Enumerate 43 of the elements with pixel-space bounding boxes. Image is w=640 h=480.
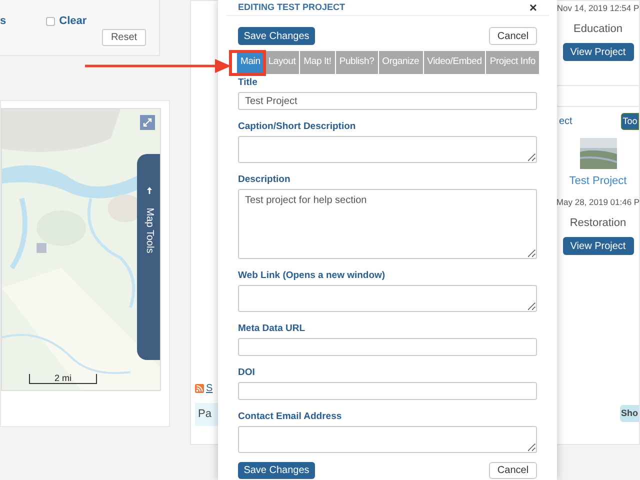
show-button[interactable]: Sho bbox=[620, 405, 639, 422]
text-field[interactable] bbox=[238, 338, 537, 356]
dialog-title: EDITING TEST PROJECT bbox=[238, 0, 346, 14]
expand-icon[interactable] bbox=[140, 115, 155, 130]
project-category: Restoration bbox=[570, 216, 626, 230]
text-field[interactable]: Test Project bbox=[238, 92, 537, 110]
project-date: May 28, 2019 01:46 P bbox=[556, 196, 640, 208]
text-area[interactable]: Test project for help section bbox=[238, 189, 537, 259]
field-label: Title bbox=[238, 77, 258, 89]
reset-button[interactable]: Reset bbox=[102, 29, 146, 46]
view-project-button[interactable]: View Project bbox=[562, 43, 634, 62]
map-tools-tab[interactable]: Map Tools bbox=[137, 154, 160, 360]
highlight-box bbox=[229, 50, 266, 76]
project-title-link[interactable]: ect bbox=[559, 114, 572, 130]
field-label: Caption/Short Description bbox=[238, 121, 356, 133]
clear-checkbox[interactable] bbox=[46, 16, 56, 26]
save-changes-button[interactable]: Save Changes bbox=[238, 462, 315, 479]
cancel-button[interactable]: Cancel bbox=[489, 462, 537, 479]
project-title-link[interactable]: Test Project bbox=[569, 173, 627, 190]
cancel-button[interactable]: Cancel bbox=[489, 27, 537, 45]
save-changes-button[interactable]: Save Changes bbox=[238, 27, 315, 45]
project-date: Nov 14, 2019 12:54 P bbox=[556, 2, 640, 15]
clear-label: Clear bbox=[59, 14, 87, 29]
rss-icon bbox=[195, 384, 204, 393]
text-area[interactable] bbox=[238, 136, 537, 163]
text-area[interactable] bbox=[238, 426, 537, 453]
text-field[interactable] bbox=[238, 382, 537, 400]
field-label: Meta Data URL bbox=[238, 323, 306, 335]
field-label: DOI bbox=[238, 367, 255, 379]
text-area[interactable] bbox=[238, 285, 537, 312]
tools-button[interactable]: Too bbox=[621, 113, 639, 130]
project-category: Education bbox=[574, 22, 622, 37]
view-project-button[interactable]: View Project bbox=[562, 237, 634, 255]
scale-bar: 2 mi bbox=[29, 374, 97, 384]
close-button[interactable]: × bbox=[529, 1, 537, 14]
rss-link[interactable]: S bbox=[206, 381, 213, 396]
map-tools-label: Map Tools bbox=[143, 207, 156, 253]
field-label: Description bbox=[238, 174, 290, 186]
arrow-up-icon bbox=[147, 187, 152, 194]
field-label: Web Link (Opens a new window) bbox=[238, 270, 386, 282]
filter-label: s bbox=[0, 14, 6, 29]
map[interactable]: Map Tools 2 mi bbox=[1, 108, 161, 391]
field-label: Contact Email Address bbox=[238, 411, 342, 423]
